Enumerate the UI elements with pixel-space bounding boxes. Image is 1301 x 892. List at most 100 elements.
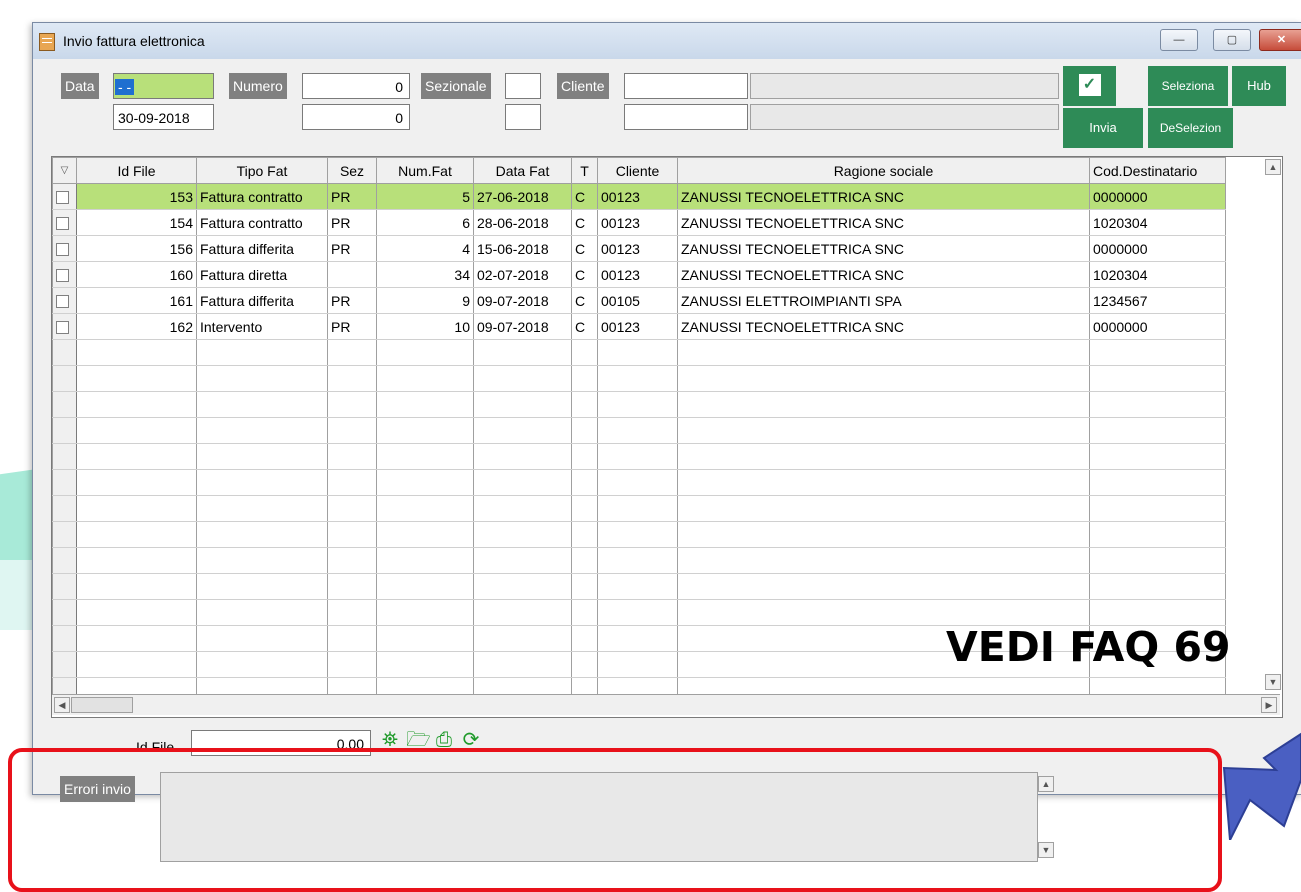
horizontal-scroll-thumb[interactable] [71, 697, 133, 713]
table-row[interactable] [52, 391, 1226, 418]
table-cell [1089, 469, 1226, 496]
row-selector[interactable] [52, 495, 77, 522]
table-row[interactable] [52, 521, 1226, 548]
table-row[interactable]: 161 Fattura differita PR 9 09-07-2018 C 00105 Z… [52, 287, 1226, 314]
row-selector[interactable] [52, 625, 77, 652]
table-cell [1089, 365, 1226, 392]
seleziona-button[interactable]: Seleziona [1148, 66, 1228, 106]
table-row[interactable] [52, 573, 1226, 600]
table-cell: 161 [76, 287, 197, 314]
table-cell [571, 547, 598, 574]
table-row[interactable]: 156 Fattura differita PR 4 15-06-2018 C 00123 Z… [52, 235, 1226, 262]
row-selector[interactable] [52, 599, 77, 626]
row-selector[interactable] [52, 313, 77, 340]
table-row[interactable]: 154 Fattura contratto PR 6 28-06-2018 C 00123 Z… [52, 209, 1226, 236]
row-checkbox[interactable] [56, 321, 69, 335]
column-header[interactable]: T [571, 157, 598, 184]
row-selector[interactable] [52, 287, 77, 314]
table-cell: ZANUSSI TECNOELETTRICA SNC [677, 313, 1090, 340]
row-selector[interactable] [52, 547, 77, 574]
row-checkbox[interactable] [56, 191, 69, 205]
row-selector[interactable] [52, 521, 77, 548]
table-cell [376, 599, 474, 626]
deseleziona-button[interactable]: DeSelezion [1148, 108, 1233, 148]
table-cell [597, 651, 678, 678]
table-row[interactable]: 153 Fattura contratto PR 5 27-06-2018 C 00123 Z… [52, 183, 1226, 210]
row-selector[interactable] [52, 365, 77, 392]
table-cell: Fattura differita [196, 287, 328, 314]
sezionale-to-field[interactable] [505, 104, 541, 130]
column-header[interactable]: Tipo Fat [196, 157, 328, 184]
cliente-to-field[interactable] [624, 104, 748, 130]
table-cell [376, 339, 474, 366]
data-from-field[interactable]: - - [113, 73, 214, 99]
table-row[interactable] [52, 547, 1226, 574]
table-row[interactable] [52, 339, 1226, 366]
table-cell: PR [327, 235, 377, 262]
row-selector[interactable] [52, 469, 77, 496]
table-cell: 10 [376, 313, 474, 340]
row-selector[interactable] [52, 235, 77, 262]
close-button[interactable]: ✕ [1259, 29, 1301, 51]
row-checkbox[interactable] [56, 243, 69, 257]
sezionale-from-field[interactable] [505, 73, 541, 99]
cliente-to-name [750, 104, 1059, 130]
column-header[interactable]: Sez [327, 157, 377, 184]
column-header[interactable]: Id File [76, 157, 197, 184]
maximize-button[interactable]: ▢ [1213, 29, 1251, 51]
table-cell [1089, 547, 1226, 574]
horizontal-scrollbar[interactable]: ◀ ▶ [52, 694, 1280, 715]
table-row[interactable] [52, 417, 1226, 444]
minimize-button[interactable]: — [1160, 29, 1198, 51]
table-row[interactable] [52, 599, 1226, 626]
table-cell: ZANUSSI TECNOELETTRICA SNC [677, 235, 1090, 262]
hub-button[interactable]: Hub [1232, 66, 1286, 106]
table-cell [76, 625, 197, 652]
scroll-down-button[interactable]: ▼ [1265, 674, 1281, 690]
column-header[interactable]: Num.Fat [376, 157, 474, 184]
numero-to-field[interactable]: 0 [302, 104, 410, 130]
row-checkbox[interactable] [56, 269, 69, 283]
column-header[interactable]: Cliente [597, 157, 678, 184]
table-row[interactable] [52, 469, 1226, 496]
row-selector[interactable] [52, 443, 77, 470]
table-cell: 154 [76, 209, 197, 236]
row-selector[interactable] [52, 651, 77, 678]
table-cell: Fattura diretta [196, 261, 328, 288]
row-checkbox[interactable] [56, 217, 69, 231]
row-selector[interactable] [52, 391, 77, 418]
table-cell [597, 417, 678, 444]
numero-from-field[interactable]: 0 [302, 73, 410, 99]
table-row[interactable] [52, 365, 1226, 392]
table-row[interactable]: 162 Intervento PR 10 09-07-2018 C 00123 ZANUSSI… [52, 313, 1226, 340]
table-cell [597, 547, 678, 574]
table-cell [473, 547, 572, 574]
table-cell: C [571, 287, 598, 314]
row-selector[interactable] [52, 261, 77, 288]
row-selector[interactable] [52, 183, 77, 210]
table-cell [327, 521, 377, 548]
row-selector[interactable] [52, 573, 77, 600]
select-all-checkbox-button[interactable]: ✓ [1063, 66, 1116, 106]
row-checkbox[interactable] [56, 295, 69, 309]
column-header[interactable]: Cod.Destinatario [1089, 157, 1226, 184]
row-selector[interactable] [52, 417, 77, 444]
cliente-from-field[interactable] [624, 73, 748, 99]
table-cell: ZANUSSI TECNOELETTRICA SNC [677, 183, 1090, 210]
table-row[interactable]: 160 Fattura diretta 34 02-07-2018 C 00123 ZANU… [52, 261, 1226, 288]
table-row[interactable] [52, 495, 1226, 522]
invia-button[interactable]: Invia [1063, 108, 1143, 148]
scroll-left-button[interactable]: ◀ [54, 697, 70, 713]
row-selector[interactable] [52, 209, 77, 236]
filter-icon[interactable]: ▽ [52, 157, 77, 184]
column-header[interactable]: Data Fat [473, 157, 572, 184]
table-cell [597, 469, 678, 496]
scroll-right-button[interactable]: ▶ [1261, 697, 1277, 713]
table-row[interactable] [52, 443, 1226, 470]
row-selector[interactable] [52, 339, 77, 366]
data-to-field[interactable]: 30-09-2018 [113, 104, 214, 130]
scroll-up-button[interactable]: ▲ [1265, 159, 1281, 175]
table-cell [677, 469, 1090, 496]
grid-header-row: ▽ Id File Tipo Fat Sez Num.Fat Data Fat … [52, 157, 1226, 184]
column-header[interactable]: Ragione sociale [677, 157, 1090, 184]
